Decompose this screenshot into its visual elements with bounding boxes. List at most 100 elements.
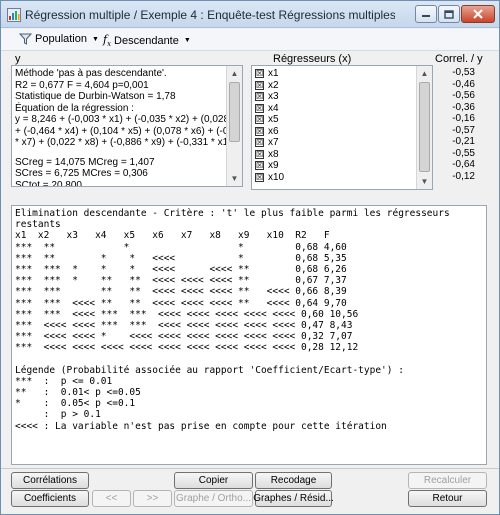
regressors-list[interactable]: ☒ x1 ☒ x2 ☒ x3 ☒ x4 ☒ x5 ☒ x6 ☒ x7 ☒ x8 ☒ x9 ☒ x10 ▲ ▼	[251, 65, 433, 190]
regressor-item-x3[interactable]: ☒ x3	[255, 91, 279, 102]
elimination-output-panel[interactable]: Elimination descendante - Critère : 't' …	[11, 205, 487, 465]
regressor-checkbox[interactable]: ☒	[255, 172, 264, 182]
close-button[interactable]	[461, 5, 495, 23]
scroll-up-icon[interactable]: ▲	[417, 66, 432, 81]
output-line: *** <<<< <<<< *** *** <<<< <<<< <<<< <<<…	[15, 319, 353, 331]
regression-summary-panel[interactable]: Méthode 'pas à pas descendante'. R2 = 0,6…	[11, 65, 243, 187]
regressor-item-x6[interactable]: ☒ x6	[255, 126, 279, 137]
scroll-down-icon[interactable]: ▼	[417, 174, 432, 189]
regressor-label: x6	[268, 125, 279, 137]
regressors-scrollbar[interactable]: ▲ ▼	[416, 66, 432, 189]
scroll-up-icon[interactable]: ▲	[227, 66, 242, 81]
correlation-value: -0,16	[452, 113, 475, 124]
correlation-value: -0,56	[452, 90, 475, 101]
regressor-label: x2	[268, 79, 279, 91]
output-line: *** <<<< <<<< * <<<< <<<< <<<< <<<< <<<<…	[15, 331, 353, 343]
correlation-value: -0,21	[452, 136, 475, 147]
regressor-item-x10[interactable]: ☒ x10	[255, 172, 284, 183]
regressor-label: x4	[268, 102, 279, 114]
divider	[1, 468, 499, 469]
app-window: Régression multiple / Exemple 4 : Enquêt…	[0, 0, 500, 515]
function-icon: fx	[103, 33, 112, 49]
chevron-down-icon: ▼	[183, 37, 191, 45]
regressor-label: x7	[268, 137, 279, 148]
output-line: *** ** * * 0,68 4,60	[15, 241, 347, 253]
summary-line: + (-0,464 * x4) + (0,104 * x5) + (0,078 …	[15, 125, 243, 137]
graphe-ortho-button[interactable]: Graphe / Ortho...	[174, 490, 253, 507]
regressor-label: x9	[268, 160, 279, 171]
regressor-item-x8[interactable]: ☒ x8	[255, 149, 279, 160]
output-line: *** *** * ** ** <<<< <<<< <<<< ** 0,67 7…	[15, 275, 347, 287]
output-line: : p > 0.1	[15, 409, 101, 421]
regressor-item-x4[interactable]: ☒ x4	[255, 103, 279, 114]
filter-icon	[19, 33, 32, 45]
summary-line: SCres = 6,725 MCres = 0,306	[15, 168, 148, 179]
toolbar: Population ▼ fx Descendante ▼	[1, 29, 499, 51]
output-line: ** : 0.01< p <=0.05	[15, 387, 141, 398]
output-line: *** *** <<<< ** ** <<<< <<<< <<<< ** <<<…	[15, 297, 347, 309]
regressor-label: x5	[268, 114, 279, 125]
regression-summary-text: Méthode 'pas à pas descendante'. R2 = 0,6…	[15, 68, 243, 187]
close-icon	[473, 9, 483, 19]
summary-line: Méthode 'pas à pas descendante'.	[15, 68, 167, 79]
regressor-checkbox[interactable]: ☒	[255, 149, 264, 159]
output-line: *** : p <= 0.01	[15, 375, 113, 387]
chevron-down-icon: ▼	[92, 35, 99, 43]
recodage-button[interactable]: Recodage	[255, 472, 332, 489]
correlation-value: -0,12	[452, 170, 475, 182]
scroll-thumb[interactable]	[419, 82, 430, 172]
scroll-thumb[interactable]	[229, 82, 240, 142]
regressor-item-x5[interactable]: ☒ x5	[255, 114, 279, 125]
regressor-checkbox[interactable]: ☒	[255, 103, 264, 113]
summary-line: * x7) + (0,022 * x8) + (-0,886 * x9) + (…	[15, 137, 238, 148]
regressor-item-x2[interactable]: ☒ x2	[255, 80, 279, 91]
info-scrollbar[interactable]: ▲ ▼	[226, 66, 242, 186]
title-bar[interactable]: Régression multiple / Exemple 4 : Enquêt…	[1, 1, 499, 28]
summary-line: R2 = 0,677 F = 4,604 p=0,001	[15, 79, 149, 91]
correlation-value: -0,53	[452, 67, 475, 78]
regressor-checkbox[interactable]: ☒	[255, 115, 264, 124]
population-menu[interactable]: Population ▼	[19, 33, 99, 45]
correlations-button[interactable]: Corrélations	[11, 472, 89, 489]
copier-button[interactable]: Copier	[174, 472, 253, 489]
regressor-checkbox[interactable]: ☒	[255, 126, 264, 136]
regressor-checkbox[interactable]: ☒	[255, 138, 264, 147]
output-line: <<<< : La variable n'est pas prise en co…	[15, 420, 387, 432]
retour-button[interactable]: Retour	[408, 490, 487, 507]
correlation-value: -0,36	[452, 101, 475, 113]
output-line: restants	[15, 219, 61, 231]
output-line: Elimination descendante - Critère : 't' …	[15, 208, 450, 219]
regressor-item-x1[interactable]: ☒ x1	[255, 68, 279, 79]
regressor-checkbox[interactable]: ☒	[255, 92, 264, 101]
regressor-checkbox[interactable]: ☒	[255, 69, 264, 78]
regressor-checkbox[interactable]: ☒	[255, 161, 264, 170]
output-line: *** <<<< <<<< <<<< <<<< <<<< <<<< <<<< <…	[15, 342, 359, 354]
next-button[interactable]: >>	[133, 490, 172, 507]
regresseurs-label: Régresseurs (x)	[273, 53, 352, 65]
summary-line	[15, 149, 239, 157]
y-label: y	[15, 53, 21, 65]
recalculer-button[interactable]: Recalculer	[408, 472, 487, 489]
regressor-label: x1	[268, 68, 279, 79]
minimize-icon	[422, 15, 430, 17]
minimize-button[interactable]	[415, 5, 437, 23]
regressor-item-x9[interactable]: ☒ x9	[255, 160, 279, 171]
correlation-value: -0,64	[452, 159, 475, 170]
descendante-menu[interactable]: fx Descendante ▼	[103, 33, 191, 48]
output-line: *** *** <<<< *** *** <<<< <<<< <<<< <<<<…	[15, 308, 359, 320]
regressor-checkbox[interactable]: ☒	[255, 80, 264, 90]
output-line: *** ** * * <<<< * 0,68 5,35	[15, 252, 347, 264]
summary-line: SCtot = 20,800	[15, 179, 82, 187]
regressor-item-x7[interactable]: ☒ x7	[255, 137, 279, 148]
graphes-resid-button[interactable]: Graphes / Résid...	[253, 490, 334, 507]
scroll-down-icon[interactable]: ▼	[227, 171, 242, 186]
output-line: *** *** ** ** <<<< <<<< <<<< ** <<<< 0,6…	[15, 286, 347, 298]
summary-line: Statistique de Durbin-Watson = 1,78	[15, 91, 176, 102]
coefficients-button[interactable]: Coefficients	[11, 490, 89, 507]
maximize-icon	[444, 9, 454, 19]
regressor-label: x3	[268, 91, 279, 102]
maximize-button[interactable]	[438, 5, 460, 23]
previous-button[interactable]: <<	[92, 490, 131, 507]
correl-label: Correl. / y	[435, 53, 483, 65]
